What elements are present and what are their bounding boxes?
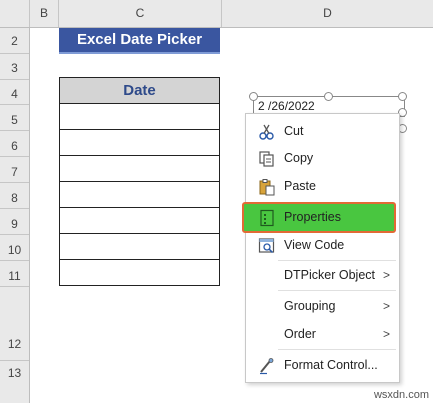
resize-handle[interactable] — [398, 92, 407, 101]
submenu-arrow-icon: > — [382, 268, 390, 282]
resize-handle[interactable] — [249, 92, 258, 101]
row-header-6[interactable]: 6 — [0, 139, 29, 153]
date-cell[interactable] — [59, 130, 220, 156]
row-header-12[interactable]: 12 — [0, 337, 29, 351]
paste-icon — [259, 179, 275, 196]
menu-item-dtpicker-object[interactable]: DTPicker Object > — [246, 262, 399, 290]
menu-item-label: Copy — [284, 151, 314, 165]
row-header-7[interactable]: 7 — [0, 165, 29, 179]
menu-separator — [278, 260, 396, 261]
sheet-title: Excel Date Picker — [59, 28, 220, 54]
menu-item-format-control[interactable]: Format Control... — [246, 352, 399, 380]
menu-item-label: DTPicker Object — [284, 268, 375, 282]
column-header-bar: B C D — [0, 0, 433, 28]
menu-item-label: Cut — [284, 124, 304, 138]
date-cell[interactable] — [59, 208, 220, 234]
date-cell[interactable] — [59, 182, 220, 208]
row-header-11[interactable]: 11 — [0, 269, 29, 283]
menu-separator — [278, 290, 396, 291]
row-header-8[interactable]: 8 — [0, 191, 29, 205]
date-picker-value: 2 /26/2022 — [258, 99, 315, 113]
menu-item-cut[interactable]: Cut — [246, 118, 399, 146]
context-menu: Cut Copy Paste Properties View Code DTPi… — [242, 113, 400, 383]
date-cell[interactable] — [59, 104, 220, 130]
date-cell[interactable] — [59, 234, 220, 260]
view-code-icon — [258, 238, 275, 254]
row-header-4[interactable]: 4 — [0, 87, 29, 101]
menu-item-label: Grouping — [284, 299, 336, 313]
properties-icon — [260, 209, 274, 227]
column-header-b[interactable]: B — [30, 0, 59, 27]
row-header-10[interactable]: 10 — [0, 243, 29, 257]
menu-separator — [278, 349, 396, 350]
scissors-icon — [259, 124, 274, 140]
row-header-2[interactable]: 2 — [0, 34, 29, 48]
format-control-icon — [260, 358, 274, 375]
menu-item-label: View Code — [284, 238, 345, 252]
menu-item-copy[interactable]: Copy — [246, 145, 399, 173]
date-cell[interactable] — [59, 156, 220, 182]
date-cell[interactable] — [59, 260, 220, 286]
menu-item-label: Order — [284, 327, 316, 341]
submenu-arrow-icon: > — [382, 299, 390, 313]
menu-item-view-code[interactable]: View Code — [246, 232, 399, 260]
menu-item-label: Format Control... — [284, 358, 378, 372]
menu-item-paste[interactable]: Paste — [246, 173, 399, 201]
row-header-9[interactable]: 9 — [0, 217, 29, 231]
menu-item-label: Paste — [284, 179, 316, 193]
resize-handle[interactable] — [324, 92, 333, 101]
date-column-header: Date — [59, 77, 220, 104]
menu-item-label: Properties — [284, 210, 341, 224]
row-header-5[interactable]: 5 — [0, 113, 29, 127]
select-all-corner[interactable] — [0, 0, 30, 27]
row-header-13[interactable]: 13 — [0, 366, 29, 380]
copy-icon — [259, 151, 274, 167]
column-header-d[interactable]: D — [222, 0, 433, 27]
row-header-bar: 2 3 4 5 6 7 8 9 10 11 12 13 — [0, 28, 30, 403]
row-header-3[interactable]: 3 — [0, 61, 29, 75]
watermark: wsxdn.com — [373, 389, 429, 401]
menu-item-properties[interactable]: Properties — [246, 204, 399, 232]
menu-item-grouping[interactable]: Grouping > — [246, 293, 399, 321]
column-header-c[interactable]: C — [59, 0, 222, 27]
menu-item-order[interactable]: Order > — [246, 321, 399, 349]
submenu-arrow-icon: > — [382, 327, 390, 341]
